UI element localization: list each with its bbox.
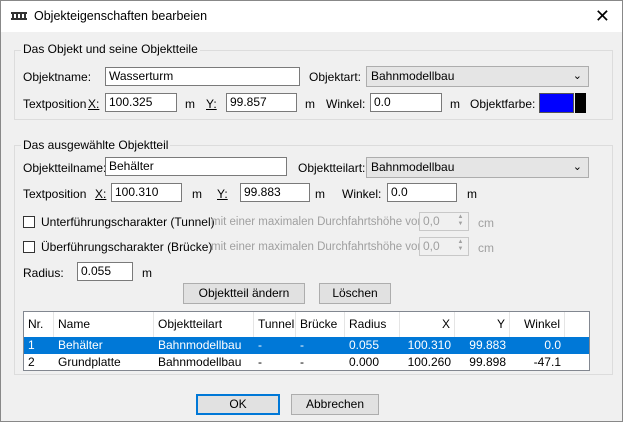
object-color-swatch[interactable] [539,93,574,113]
object-x-input[interactable]: 100.325 [105,93,177,112]
object-y-input[interactable]: 99.857 [226,93,297,112]
tunnel-hint: mit einer maximalen Durchfahrtshöhe von: [211,216,428,228]
table-cell: Grundplatte [58,355,121,369]
column-header[interactable]: Winkel [510,312,565,337]
ok-button[interactable]: OK [196,394,280,415]
dialog-window: Objekteigenschaften bearbeien ✕ Das Obje… [0,0,623,422]
table-header: Nr. Name Objektteilart Tunnel Brücke Radius X Y… [24,312,589,338]
bridge-checkbox[interactable] [23,241,35,253]
object-color-label: Objektfarbe: [470,97,536,111]
column-header[interactable]: Nr. [24,312,54,337]
part-x-input[interactable]: 100.310 [111,183,182,202]
change-part-button[interactable]: Objektteil ändern [183,283,305,304]
part-name-label: Objektteilname: [23,161,107,175]
table-cell: 0.0 [544,338,561,352]
table-row[interactable]: 2 Grundplatte Bahnmodellbau - - 0.000 100.260 9… [24,354,589,370]
table-cell: 100.310 [407,338,451,352]
tunnel-height-value: 0,0 [423,214,440,228]
bridge-hint: mit einer maximalen Durchfahrtshöhe von: [211,241,428,253]
table-row[interactable]: 1 Behälter Bahnmodellbau - - 0.055 100.310 99.8… [24,337,589,354]
object-y-label: Y: [206,97,217,111]
bridge-label[interactable]: Überführungscharakter (Brücke) [41,240,212,254]
table-cell: 1 [28,338,35,352]
bridge-height-value: 0,0 [423,239,440,253]
chevron-down-icon: ⌄ [572,70,582,82]
table-cell: - [300,355,304,369]
table-cell: 100.260 [407,355,451,369]
table-cell: 2 [28,355,35,369]
column-header[interactable]: Name [54,312,154,337]
tunnel-label[interactable]: Unterführungscharakter (Tunnel) [41,215,215,229]
delete-part-button[interactable]: Löschen [319,283,391,304]
radius-input[interactable]: 0.055 [77,262,133,281]
object-x-unit: m [185,97,195,111]
tunnel-unit: cm [478,216,494,230]
part-name-input[interactable]: Behälter [105,157,287,176]
object-angle-input[interactable]: 0.0 [370,93,442,112]
tunnel-height-input[interactable]: 0,0 ▲ ▼ [419,212,469,231]
table-cell: 0.055 [349,338,380,352]
object-type-label: Objektart: [309,70,362,84]
part-angle-input[interactable]: 0.0 [387,183,457,202]
object-type-select[interactable]: Bahnmodellbau ⌄ [366,66,589,87]
table-cell: - [258,338,262,352]
part-group-title: Das ausgewählte Objektteil [21,138,171,152]
part-y-label: Y: [217,187,228,201]
column-header[interactable]: X [400,312,455,337]
object-textpos-label: Textposition [23,97,87,111]
object-color-button[interactable] [575,93,586,113]
window-title: Objekteigenschaften bearbeien [34,9,208,23]
table-cell: Bahnmodellbau [158,338,242,352]
column-header[interactable]: Radius [345,312,400,337]
object-type-value: Bahnmodellbau [371,69,455,83]
radius-unit: m [142,266,152,280]
part-y-unit: m [315,187,325,201]
part-angle-unit: m [467,187,477,201]
object-x-label: X: [88,97,100,111]
close-icon[interactable]: ✕ [595,5,610,27]
column-header[interactable]: Objektteilart [154,312,254,337]
column-header[interactable]: Tunnel [254,312,296,337]
table-cell: -47.1 [533,355,561,369]
radius-label: Radius: [23,266,64,280]
part-y-input[interactable]: 99.883 [240,183,310,202]
table-cell: 99.883 [469,338,506,352]
object-angle-label: Winkel: [326,97,366,111]
table-cell: Bahnmodellbau [158,355,242,369]
part-textpos-label: Textposition [23,187,87,201]
bridge-height-input[interactable]: 0,0 ▲ ▼ [419,237,469,256]
part-type-value: Bahnmodellbau [371,160,455,174]
title-bar[interactable]: Objekteigenschaften bearbeien ✕ [1,1,622,32]
cancel-button[interactable]: Abbrechen [291,394,379,415]
app-icon [11,12,27,20]
table-cell: - [258,355,262,369]
column-header[interactable]: Y [455,312,510,337]
table-cell: Behälter [58,338,103,352]
table-cell: - [300,338,304,352]
part-type-label: Objektteilart: [298,161,366,175]
tunnel-checkbox[interactable] [23,216,35,228]
object-name-label: Objektname: [23,70,92,84]
object-group-title: Das Objekt und seine Objektteile [21,42,200,56]
object-name-input[interactable]: Wasserturm [105,67,300,86]
bridge-unit: cm [478,241,494,255]
part-x-unit: m [192,187,202,201]
part-angle-label: Winkel: [342,187,382,201]
object-angle-unit: m [450,97,460,111]
spinner-arrows-icon[interactable]: ▲ ▼ [454,239,467,254]
parts-table[interactable]: Nr. Name Objektteilart Tunnel Brücke Radius X Y… [23,311,590,371]
part-x-label: X: [95,187,107,201]
part-type-select[interactable]: Bahnmodellbau ⌄ [366,157,589,178]
spinner-arrows-icon[interactable]: ▲ ▼ [454,214,467,229]
table-cell: 0.000 [349,355,380,369]
chevron-down-icon: ⌄ [572,161,582,173]
object-y-unit: m [305,97,315,111]
column-header[interactable]: Brücke [296,312,345,337]
table-cell: 99.898 [469,355,506,369]
